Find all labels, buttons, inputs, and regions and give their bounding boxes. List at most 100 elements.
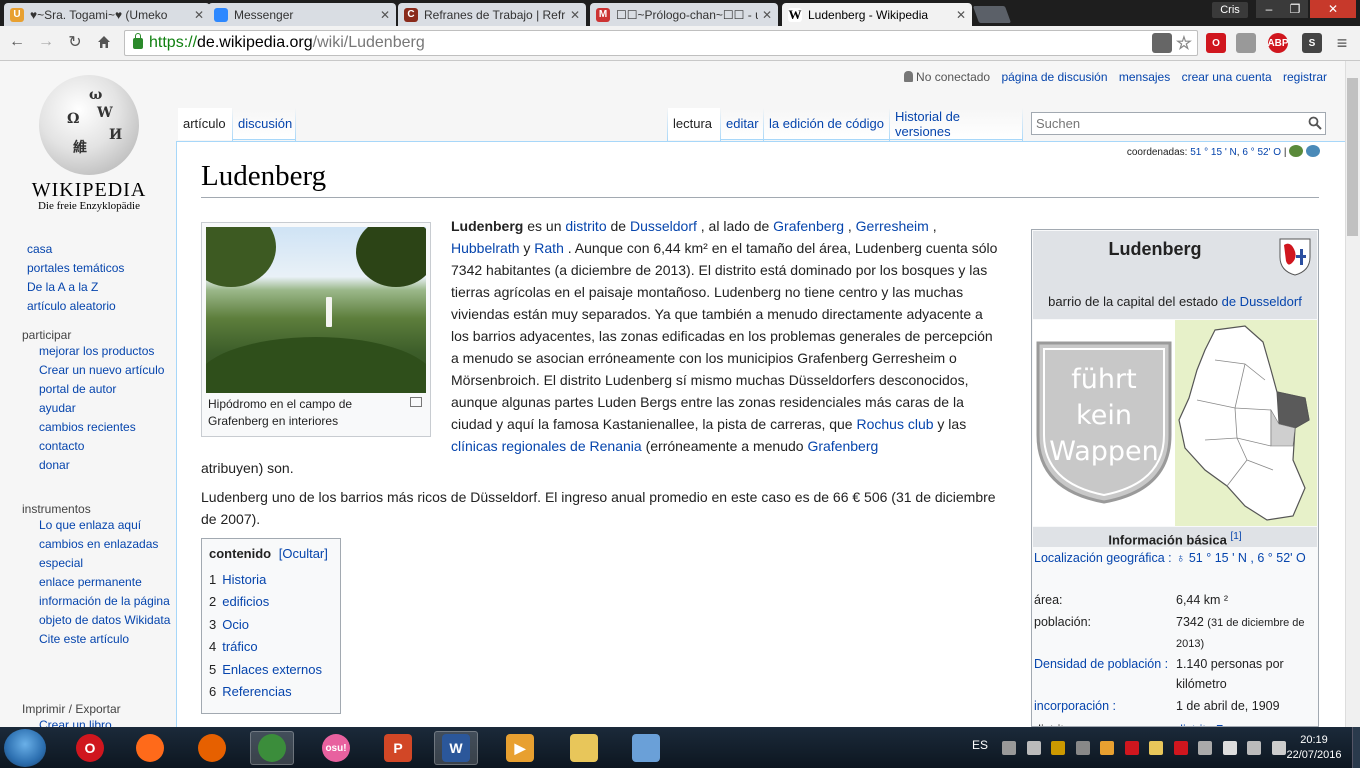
browser-tab[interactable]: C Refranes de Trabajo | Refr ✕ [398,3,586,26]
messages-link[interactable]: mensajes [1119,70,1170,84]
reload-button[interactable]: ↻ [64,31,86,53]
tray-arrow-icon[interactable] [1002,741,1016,755]
sidebar-tools-item[interactable]: Cite este artículo [39,633,176,646]
racecourse-photo[interactable] [206,227,426,393]
coords-n[interactable]: N [1230,147,1237,158]
toc-entry[interactable]: 1 Historia [209,569,333,591]
home-button[interactable] [93,31,115,53]
link-grafenberg[interactable]: Grafenberg [773,218,844,234]
sidebar-tools-item[interactable]: especial [39,557,176,570]
system-clock[interactable]: 20:19 22/07/2016 [1284,733,1344,763]
profile-button[interactable]: Cris [1212,2,1248,18]
tab-edit-source-link[interactable]: la edición de código [769,116,884,131]
tab-close-icon[interactable]: ✕ [956,8,966,22]
input-language[interactable]: ES [972,738,988,752]
toc-toggle[interactable]: [Ocultar] [279,546,328,561]
browser-tab[interactable]: W Ludenberg - Wikipedia ✕ [782,3,972,26]
no-coat-of-arms-image[interactable]: führt kein Wappen [1035,340,1173,505]
globe-map-icon[interactable] [1306,145,1320,157]
toc-link[interactable]: 2 edificios [209,594,269,609]
link-clinicas[interactable]: clínicas regionales de Renania [451,438,642,454]
link-distrito[interactable]: distrito [565,218,606,234]
opera-ext-icon[interactable]: O [1206,33,1226,53]
tray-opera-icon[interactable] [1173,741,1188,755]
tab-discussion[interactable]: discusión [233,108,295,140]
toc-link[interactable]: 3 Ocio [209,617,249,632]
menu-icon[interactable]: ≡ [1332,33,1352,53]
tab-close-icon[interactable]: ✕ [762,8,772,22]
adblock-icon[interactable]: ABP [1267,33,1289,53]
dusseldorf-coat-of-arms-icon[interactable] [1278,237,1312,277]
tray-app-icon[interactable] [1026,741,1041,755]
sidebar-participate-item[interactable]: mejorar los productos [39,345,176,358]
toc-entry[interactable]: 4 tráfico [209,636,333,658]
wikipedia-logo[interactable]: Ω W И 維 ω WIKIPEDIA Die freie Enzyklopäd… [30,75,148,212]
infobox-ref-1[interactable]: [1] [1230,531,1241,542]
tray-red-icon[interactable] [1124,741,1139,755]
s-ext-icon[interactable]: S [1302,33,1322,53]
tab-edit-source[interactable]: la edición de código [764,108,889,140]
sidebar-tools-item[interactable]: información de la página [39,595,176,608]
browser-tab[interactable]: U ♥~Sra. Togami~♥ (Umeko ✕ [4,3,210,26]
sidebar-nav-item[interactable]: artículo aleatorio [27,297,176,316]
sidebar-nav-item[interactable]: De la A a la Z [27,278,176,297]
tab-history[interactable]: Historial de versiones [890,108,1022,140]
tab-article[interactable]: artículo [178,108,232,140]
browser-tab[interactable]: M ☐☐~Prólogo-chan~☐☐ - u ✕ [590,3,778,26]
enlarge-icon[interactable] [410,397,422,407]
toc-link[interactable]: 5 Enlaces externos [209,662,322,677]
minimize-button[interactable]: ‒ [1256,0,1282,18]
toc-entry[interactable]: 6 Referencias [209,681,333,703]
talk-link[interactable]: página de discusión [1001,70,1107,84]
toc-link[interactable]: 6 Referencias [209,684,292,699]
translate-icon[interactable] [1152,33,1172,53]
sidebar-participate-item[interactable]: Crear un nuevo artículo [39,364,176,377]
toc-link[interactable]: 4 tráfico [209,639,258,654]
toc-entry[interactable]: 3 Ocio [209,614,333,636]
tray-app2-icon[interactable] [1051,741,1065,755]
coords-lat[interactable]: 51 ° 15 ' [1190,147,1227,158]
infobox-value-text[interactable]: ♁ 51 ° 15 ' N , 6 ° 52' O [1176,551,1306,565]
tray-sound-icon[interactable] [1222,741,1237,755]
tab-edit-link[interactable]: editar [726,116,759,131]
taskbar-app-button[interactable]: ▶ [498,731,542,765]
link-grafenberg-2[interactable]: Grafenberg [807,438,878,454]
tray-net-icon[interactable] [1198,741,1212,755]
infobox-key[interactable]: incorporación : [1034,696,1174,716]
sidebar-participate-item[interactable]: donar [39,459,176,472]
start-button[interactable] [4,729,46,767]
tab-history-link[interactable]: Historial de versiones [895,109,1017,139]
create-account-link[interactable]: crear una cuenta [1182,70,1272,84]
toc-entry[interactable]: 2 edificios [209,591,333,613]
address-bar[interactable]: https://de.wikipedia.org/wiki/Ludenberg [124,30,1198,56]
tray-flag-icon[interactable] [1247,741,1261,755]
tab-read[interactable]: lectura [668,108,720,140]
coords-o[interactable]: O [1273,147,1281,158]
new-tab-button[interactable] [972,6,1012,23]
tray-ext-icon[interactable] [1075,741,1090,755]
sidebar-nav-item[interactable]: portales temáticos [27,259,176,278]
forward-button[interactable]: → [35,31,57,53]
tab-edit[interactable]: editar [721,108,763,140]
sidebar-tools-item[interactable]: Lo que enlaza aquí [39,519,176,532]
tab-close-icon[interactable]: ✕ [570,8,580,22]
tab-close-icon[interactable]: ✕ [380,8,390,22]
sidebar-tools-item[interactable]: objeto de datos Wikidata [39,614,176,627]
sidebar-participate-item[interactable]: cambios recientes [39,421,176,434]
link-hubbelrath[interactable]: Hubbelrath [451,240,520,256]
coords-lon[interactable]: 6 ° 52' [1242,147,1270,158]
show-desktop-button[interactable] [1352,727,1360,768]
star-icon[interactable]: ☆ [1174,33,1194,53]
link-gerresheim[interactable]: Gerresheim [856,218,929,234]
toc-entry[interactable]: 5 Enlaces externos [209,659,333,681]
taskbar-app-button[interactable]: O [68,731,112,765]
toc-link[interactable]: 1 Historia [209,572,266,587]
scrollbar-thumb[interactable] [1347,78,1358,236]
browser-tab[interactable]: Messenger ✕ [208,3,396,26]
sidebar-tools-item[interactable]: cambios en enlazadas [39,538,176,551]
taskbar-app-button[interactable] [562,731,606,765]
taskbar-app-button[interactable] [250,731,294,765]
close-window-button[interactable]: ✕ [1310,0,1356,18]
tray-folder-icon[interactable] [1149,741,1163,755]
infobox-key[interactable]: Localización geográfica : [1034,548,1174,568]
